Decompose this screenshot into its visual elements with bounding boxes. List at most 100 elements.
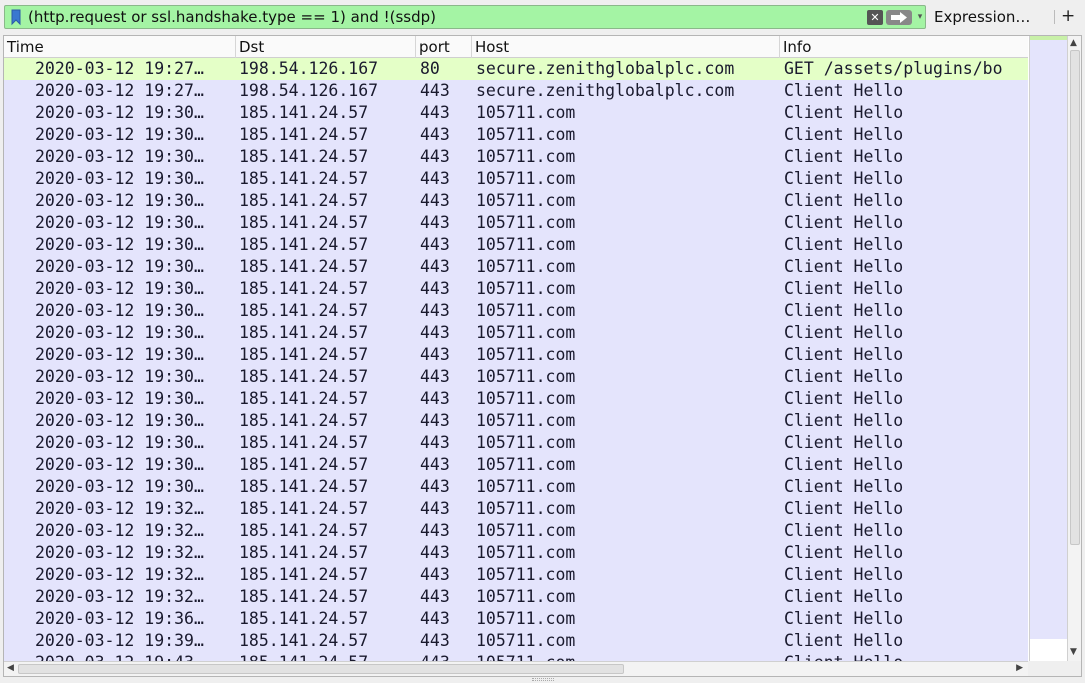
packet-port-cell: 443 <box>420 389 450 408</box>
packet-row[interactable]: 2020-03-12 19:30… 185.141.24.57 443 105711.… <box>4 256 1028 278</box>
packet-row[interactable]: 2020-03-12 19:30… 185.141.24.57 443 105711.… <box>4 190 1028 212</box>
packet-row[interactable]: 2020-03-12 19:30… 185.141.24.57 443 105711.… <box>4 410 1028 432</box>
packet-row[interactable]: 2020-03-12 19:30… 185.141.24.57 443 105711.… <box>4 234 1028 256</box>
packet-host-cell: 105711.com <box>476 235 576 254</box>
scroll-left-icon[interactable]: ◀ <box>7 663 14 673</box>
minimap-http-mark <box>1030 36 1068 40</box>
packet-row[interactable]: 2020-03-12 19:30… 185.141.24.57 443 105711.… <box>4 388 1028 410</box>
packet-row[interactable]: 2020-03-12 19:30… 185.141.24.57 443 105711.… <box>4 168 1028 190</box>
packet-host-cell: 105711.com <box>476 147 576 166</box>
packet-host-cell: 105711.com <box>476 279 576 298</box>
packet-port-cell: 443 <box>420 301 450 320</box>
chevron-down-icon[interactable]: ▾ <box>915 9 925 25</box>
packet-info-cell: Client Hello <box>784 279 904 298</box>
packet-row[interactable]: 2020-03-12 19:32… 185.141.24.57 443 105711.… <box>4 498 1028 520</box>
packet-info-cell: Client Hello <box>784 125 904 144</box>
packet-dst-cell: 185.141.24.57 <box>239 301 369 320</box>
expression-button[interactable]: Expression… <box>934 6 1030 28</box>
packet-host-cell: secure.zenithglobalplc.com <box>476 59 735 78</box>
packet-row[interactable]: 2020-03-12 19:30… 185.141.24.57 443 105711.… <box>4 300 1028 322</box>
packet-row[interactable]: 2020-03-12 19:36… 185.141.24.57 443 105711.… <box>4 608 1028 630</box>
column-header-info[interactable]: Info <box>780 36 1028 58</box>
display-filter-text[interactable]: (http.request or ssl.handshake.type == 1… <box>28 7 436 27</box>
packet-row[interactable]: 2020-03-12 19:30… 185.141.24.57 443 105711.… <box>4 124 1028 146</box>
packet-row[interactable]: 2020-03-12 19:43…185.141.24.57443105711.… <box>4 652 1028 661</box>
packet-host-cell: 105711.com <box>476 631 576 650</box>
packet-row[interactable]: 2020-03-12 19:30… 185.141.24.57 443 105711.… <box>4 146 1028 168</box>
packet-host-cell: 105711.com <box>476 345 576 364</box>
packet-dst-cell: 198.54.126.167 <box>239 59 379 78</box>
packet-row[interactable]: 2020-03-12 19:32… 185.141.24.57 443 105711.… <box>4 542 1028 564</box>
packet-info-cell: Client Hello <box>784 147 904 166</box>
packet-info-cell: Client Hello <box>784 345 904 364</box>
packet-row[interactable]: 2020-03-12 19:30… 185.141.24.57 443 105711.… <box>4 102 1028 124</box>
horizontal-scrollbar[interactable]: ◀ ▶ <box>4 661 1028 676</box>
packet-time-cell: 2020-03-12 19:39… <box>35 631 204 650</box>
pane-splitter-grip[interactable] <box>532 678 554 681</box>
packet-host-cell: 105711.com <box>476 323 576 342</box>
packet-dst-cell: 185.141.24.57 <box>239 587 369 606</box>
vertical-scroll-thumb[interactable] <box>1070 50 1080 545</box>
packet-dst-cell: 185.141.24.57 <box>239 125 369 144</box>
packet-time-cell: 2020-03-12 19:43… <box>35 652 236 661</box>
packet-row[interactable]: 2020-03-12 19:27… 198.54.126.167 80 secure.… <box>4 58 1028 80</box>
packet-host-cell: 105711.com <box>476 169 576 188</box>
packet-dst-cell: 185.141.24.57 <box>239 411 369 430</box>
packet-port-cell: 443 <box>420 125 450 144</box>
clear-filter-icon[interactable]: ✕ <box>867 10 883 25</box>
display-filter-input[interactable]: (http.request or ssl.handshake.type == 1… <box>4 5 926 29</box>
packet-port-cell: 443 <box>420 587 450 606</box>
packet-row[interactable]: 2020-03-12 19:39… 185.141.24.57 443 105711.… <box>4 630 1028 652</box>
packet-time-cell: 2020-03-12 19:30… <box>35 301 204 320</box>
packet-row[interactable]: 2020-03-12 19:30… 185.141.24.57 443 105711.… <box>4 476 1028 498</box>
column-header-time[interactable]: Time <box>4 36 236 58</box>
packet-dst-cell: 185.141.24.57 <box>239 147 369 166</box>
packet-info-cell: Client Hello <box>784 565 904 584</box>
packet-info-cell: Client Hello <box>784 169 904 188</box>
packet-row[interactable]: 2020-03-12 19:30… 185.141.24.57 443 105711.… <box>4 454 1028 476</box>
packet-port-cell: 443 <box>420 543 450 562</box>
packet-row[interactable]: 2020-03-12 19:30… 185.141.24.57 443 105711.… <box>4 278 1028 300</box>
apply-arrow-icon[interactable] <box>886 10 912 25</box>
packet-row[interactable]: 2020-03-12 19:32… 185.141.24.57 443 105711.… <box>4 564 1028 586</box>
packet-row[interactable]: 2020-03-12 19:30… 185.141.24.57 443 105711.… <box>4 366 1028 388</box>
packet-row[interactable]: 2020-03-12 19:30… 185.141.24.57 443 105711.… <box>4 322 1028 344</box>
packet-dst-cell: 185.141.24.57 <box>239 499 369 518</box>
scroll-up-icon[interactable]: ▲ <box>1070 38 1077 48</box>
packet-time-cell: 2020-03-12 19:30… <box>35 323 204 342</box>
packet-dst-cell: 185.141.24.57 <box>239 543 369 562</box>
packet-info-cell: Client Hello <box>784 389 904 408</box>
packet-row[interactable]: 2020-03-12 19:30… 185.141.24.57 443 105711.… <box>4 212 1028 234</box>
column-header-host[interactable]: Host <box>472 36 780 58</box>
packet-dst-cell: 185.141.24.57 <box>239 455 369 474</box>
packet-info-cell: Client Hello <box>784 367 904 386</box>
scroll-down-icon[interactable]: ▼ <box>1070 647 1077 657</box>
packet-info-cell: Client Hello <box>784 235 904 254</box>
packet-row[interactable]: 2020-03-12 19:32… 185.141.24.57 443 105711.… <box>4 586 1028 608</box>
packet-row[interactable]: 2020-03-12 19:32… 185.141.24.57 443 105711.… <box>4 520 1028 542</box>
packet-time-cell: 2020-03-12 19:30… <box>35 213 204 232</box>
add-filter-button[interactable]: + <box>1061 5 1075 27</box>
packet-row[interactable]: 2020-03-12 19:27… 198.54.126.167 443 secure… <box>4 80 1028 102</box>
packet-info-cell: Client Hello <box>784 609 904 628</box>
packet-time-cell: 2020-03-12 19:30… <box>35 279 204 298</box>
minimap-empty-area <box>1030 639 1068 661</box>
packet-host-cell: 105711.com <box>476 301 576 320</box>
scroll-right-icon[interactable]: ▶ <box>1016 663 1023 673</box>
packet-port-cell: 443 <box>420 169 450 188</box>
packet-time-cell: 2020-03-12 19:30… <box>35 191 204 210</box>
scroll-corner <box>1028 661 1081 676</box>
packet-minimap[interactable] <box>1029 36 1068 661</box>
packet-port-cell: 443 <box>420 499 450 518</box>
packet-info-cell: Client Hello <box>784 81 904 100</box>
bookmark-icon[interactable] <box>9 9 23 26</box>
column-header-dst[interactable]: Dst <box>236 36 416 58</box>
packet-time-cell: 2020-03-12 19:30… <box>35 477 204 496</box>
packet-info-cell: GET /assets/plugins/bo <box>784 59 1003 78</box>
vertical-scrollbar[interactable]: ▲ ▼ <box>1067 36 1081 661</box>
packet-row[interactable]: 2020-03-12 19:30… 185.141.24.57 443 105711.… <box>4 432 1028 454</box>
column-header-port[interactable]: port <box>416 36 472 58</box>
packet-time-cell: 2020-03-12 19:30… <box>35 367 204 386</box>
packet-row[interactable]: 2020-03-12 19:30… 185.141.24.57 443 105711.… <box>4 344 1028 366</box>
horizontal-scroll-thumb[interactable] <box>18 664 624 674</box>
